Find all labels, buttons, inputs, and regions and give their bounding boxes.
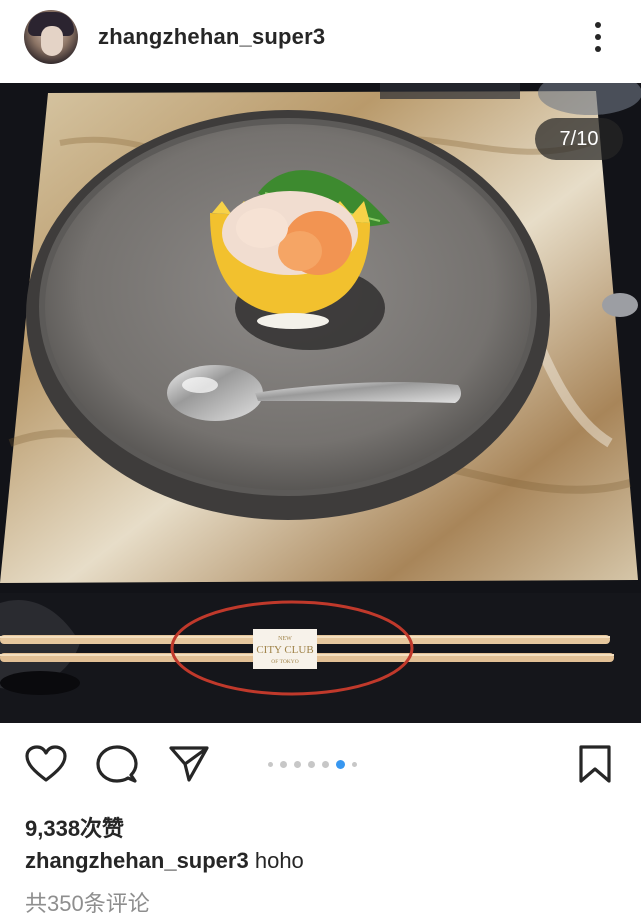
- avatar[interactable]: [24, 10, 78, 64]
- carousel-indicator: [268, 759, 357, 769]
- food-photo: NEW CITY CLUB OF TOKYO: [0, 83, 641, 723]
- carousel-dot: [322, 760, 329, 768]
- heart-icon[interactable]: [25, 745, 67, 783]
- carousel-dot: [294, 760, 301, 768]
- caption: zhangzhehan_super3 hoho: [25, 848, 304, 874]
- caption-text: hoho: [254, 848, 304, 873]
- post-username[interactable]: zhangzhehan_super3: [98, 24, 325, 50]
- post-image[interactable]: NEW CITY CLUB OF TOKYO 7/10: [0, 83, 641, 723]
- share-icon[interactable]: [168, 745, 210, 783]
- carousel-dot: [308, 760, 315, 768]
- likes-count[interactable]: 9,338次赞: [25, 811, 124, 843]
- caption-username[interactable]: zhangzhehan_super3: [25, 848, 249, 873]
- view-comments-link[interactable]: 共350条评论: [25, 886, 150, 918]
- comment-icon[interactable]: [96, 745, 138, 785]
- post-header: zhangzhehan_super3: [0, 0, 641, 82]
- image-counter: 7/10: [535, 118, 623, 160]
- carousel-dot: [268, 761, 273, 767]
- label-main-text: CITY CLUB: [256, 644, 313, 656]
- carousel-dot: [280, 760, 287, 768]
- action-bar: [0, 723, 641, 805]
- more-options-icon[interactable]: [588, 20, 608, 54]
- label-bottom-text: OF TOKYO: [271, 659, 298, 665]
- carousel-dot: [352, 761, 357, 767]
- label-top-text: NEW: [278, 636, 292, 642]
- bookmark-icon[interactable]: [578, 744, 612, 784]
- carousel-dot-active: [336, 759, 345, 769]
